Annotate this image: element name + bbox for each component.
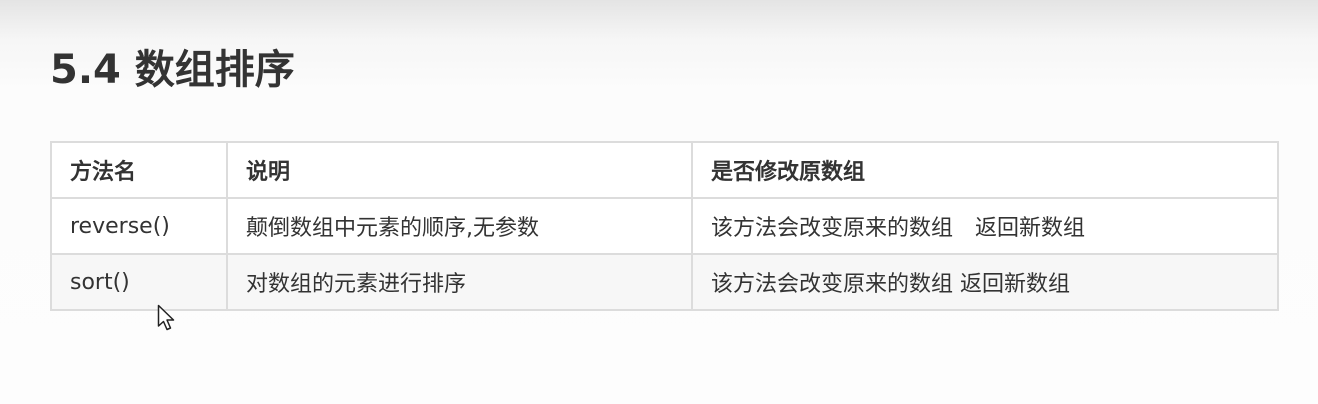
table-row: reverse() 颠倒数组中元素的顺序,无参数 该方法会改变原来的数组 返回新… [50,197,1279,255]
header-method-name: 方法名 [50,141,228,199]
table-row: sort() 对数组的元素进行排序 该方法会改变原来的数组 返回新数组 [50,253,1279,311]
description-cell: 对数组的元素进行排序 [226,253,693,311]
mouse-pointer-icon [157,304,175,331]
table-header-row: 方法名 说明 是否修改原数组 [50,141,1279,199]
method-name-cell: sort() [50,253,228,311]
method-name-cell: reverse() [50,197,228,255]
page-title: 5.4 数组排序 [50,47,295,93]
header-modifies-original: 是否修改原数组 [691,141,1279,199]
modifies-cell: 该方法会改变原来的数组 返回新数组 [691,253,1279,311]
modifies-cell: 该方法会改变原来的数组 返回新数组 [691,197,1279,255]
description-cell: 颠倒数组中元素的顺序,无参数 [226,197,693,255]
array-sort-methods-table: 方法名 说明 是否修改原数组 reverse() 颠倒数组中元素的顺序,无参数 … [50,141,1279,311]
header-description: 说明 [226,141,693,199]
